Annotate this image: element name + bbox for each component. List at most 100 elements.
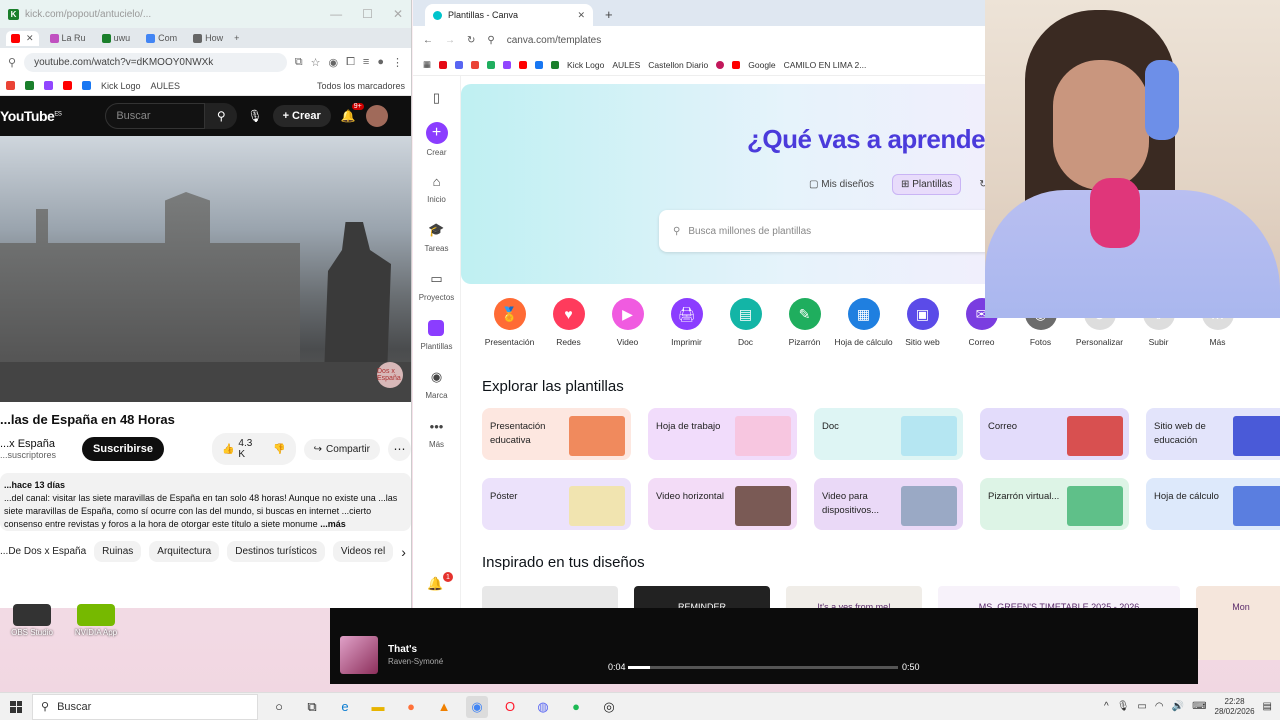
tab-0[interactable]: ✕ (6, 30, 39, 46)
close-tab-icon[interactable]: ✕ (26, 33, 34, 44)
new-tab-icon[interactable]: + (234, 33, 239, 43)
tab-3[interactable]: Com (141, 31, 182, 45)
gmail-bookmark-icon[interactable] (6, 81, 15, 90)
description-more-link[interactable]: ...más (320, 519, 346, 529)
template-card[interactable]: Póster (482, 478, 631, 530)
sidebar-item-inicio[interactable]: ⌂ Inicio (427, 171, 447, 220)
close-icon[interactable]: ✕ (393, 7, 403, 21)
bookmark-google[interactable]: Google (748, 60, 775, 70)
twitch-bookmark-icon[interactable] (503, 60, 512, 69)
notification-center-icon[interactable]: ▤ (1263, 701, 1272, 712)
minimize-icon[interactable]: — (330, 7, 342, 21)
chrome-icon[interactable]: ◉ (466, 695, 488, 718)
sidebar-item-marca[interactable]: ◉ Marca (425, 367, 447, 416)
close-tab-icon[interactable]: ✕ (577, 10, 585, 21)
chevron-up-icon[interactable]: ^ (1104, 701, 1109, 712)
site-info-icon[interactable]: ⚲ (8, 56, 16, 69)
youtube-bookmark-icon[interactable] (63, 81, 72, 90)
video-description[interactable]: ...hace 13 días ...del canal: visitar la… (0, 473, 411, 531)
chip-1[interactable]: Ruinas (94, 541, 142, 562)
extension-icon[interactable]: ◉ (329, 56, 339, 69)
youtube-bookmark-icon[interactable] (732, 60, 741, 69)
chip-2[interactable]: Arquitectura (149, 541, 220, 562)
category-0[interactable]: 🏅 Presentación (480, 298, 539, 348)
sidebar-item-plantillas[interactable]: Plantillas (420, 318, 453, 367)
video-player[interactable]: Dos x España (0, 136, 411, 402)
bookmark-kick-logo[interactable]: Kick Logo (101, 81, 141, 91)
category-1[interactable]: ♥ Redes (539, 298, 598, 348)
edge-icon[interactable]: e (334, 696, 356, 718)
apps-grid-icon[interactable]: ▦ (423, 59, 431, 70)
facebook-bookmark-icon[interactable] (535, 60, 544, 69)
category-4[interactable]: ▤ Doc (716, 298, 775, 348)
facebook-bookmark-icon[interactable] (82, 81, 91, 90)
install-icon[interactable]: ⧉ (295, 56, 303, 69)
bookmark-icon[interactable] (25, 81, 34, 90)
template-card[interactable]: Sitio web de educación (1146, 408, 1280, 460)
discord-bookmark-icon[interactable] (455, 60, 464, 69)
language-icon[interactable]: ⌨ (1192, 701, 1206, 712)
firefox-icon[interactable]: ● (400, 696, 422, 718)
youtube-bookmark-icon[interactable] (519, 60, 528, 69)
category-3[interactable]: 🖨 Imprimir (657, 298, 716, 348)
bookmark-all[interactable]: Todos los marcadores (317, 81, 405, 91)
template-card[interactable]: Correo (980, 408, 1129, 460)
template-card[interactable]: Hoja de trabajo (648, 408, 797, 460)
bookmark-kick-logo[interactable]: Kick Logo (567, 60, 604, 70)
thumbs-down-icon[interactable]: 👎 (273, 444, 285, 455)
more-options-icon[interactable]: ⋯ (387, 437, 411, 461)
chip-4[interactable]: Videos rel (332, 541, 394, 562)
taskbar-search[interactable]: ⚲ Buscar (32, 693, 258, 720)
bookmark-castellon[interactable]: Castellon Diario (648, 60, 708, 70)
reload-icon[interactable]: ↻ (467, 35, 475, 46)
obs-icon[interactable]: ◎ (598, 696, 620, 718)
task-view-icon[interactable]: ⧉ (301, 696, 323, 718)
subscribe-button[interactable]: Suscribirse (82, 437, 164, 461)
youtube-logo[interactable]: YouTubeES (0, 108, 62, 124)
wifi-icon[interactable]: ◠ (1155, 701, 1164, 712)
category-2[interactable]: ▶ Video (598, 298, 657, 348)
sidebar-item-tareas[interactable]: 🎓 Tareas (424, 220, 448, 269)
sidebar-item-proyectos[interactable]: ▭ Proyectos (419, 269, 455, 318)
twitch-bookmark-icon[interactable] (44, 81, 53, 90)
desktop-icon-obs[interactable]: OBS Studio (4, 604, 60, 637)
chip-3[interactable]: Destinos turísticos (227, 541, 325, 562)
microphone-icon[interactable]: 🎙 (1117, 701, 1130, 712)
site-info-icon[interactable]: ⚲ (487, 35, 494, 46)
profile-icon[interactable]: ● (377, 56, 384, 68)
forward-icon[interactable]: → (445, 35, 455, 46)
gmail-bookmark-icon[interactable] (471, 60, 480, 69)
network-icon[interactable]: ▭ (1137, 701, 1146, 712)
sidebar-toggle-icon[interactable]: ▯ (427, 88, 447, 108)
sidebar-item-más[interactable]: ••• Más (427, 416, 447, 465)
file-explorer-icon[interactable]: ▬ (367, 696, 389, 718)
address-bar[interactable]: youtube.com/watch?v=dKMOOY0NWXk (24, 52, 287, 72)
avatar[interactable] (365, 105, 388, 127)
category-7[interactable]: ▣ Sitio web (893, 298, 952, 348)
extensions-puzzle-icon[interactable]: ⧠ (346, 56, 355, 69)
notifications-bell-icon[interactable]: 🔔 (427, 576, 443, 592)
netflix-bookmark-icon[interactable] (439, 60, 448, 69)
create-button[interactable]: + Crear (272, 105, 331, 127)
share-button[interactable]: ↪ Compartir (303, 438, 380, 460)
template-card[interactable]: Doc (814, 408, 963, 460)
spotify-icon[interactable]: ● (565, 696, 587, 718)
tab-2[interactable]: uwu (97, 31, 136, 45)
tab-canva[interactable]: Plantillas - Canva ✕ (425, 4, 593, 26)
cortana-icon[interactable]: ○ (268, 696, 290, 718)
start-button[interactable] (0, 700, 32, 713)
address-bar[interactable]: canva.com/templates (507, 35, 602, 46)
music-mini-player[interactable]: That's Raven-Symoné 0:04 0:50 (330, 608, 1198, 684)
template-card[interactable]: Video horizontal (648, 478, 797, 530)
notifications-bell-icon[interactable]: 🔔 9+ (341, 103, 364, 123)
kick-bookmark-icon[interactable] (551, 60, 560, 69)
progress-bar[interactable] (628, 666, 898, 669)
like-button[interactable]: 👍 4.3 K 👎 (211, 433, 296, 465)
back-icon[interactable]: ← (423, 35, 433, 46)
tab-mis-disenos[interactable]: ▢ Mis diseños (801, 175, 882, 194)
design-thumbnail[interactable]: Mon (1196, 586, 1280, 660)
bookmark-camilo[interactable]: CAMILO EN LIMA 2... (784, 60, 867, 70)
template-card[interactable]: Presentación educativa (482, 408, 631, 460)
category-5[interactable]: ✎ Pizarrón (775, 298, 834, 348)
sidebar-item-crear[interactable]: + Crear (425, 122, 448, 171)
